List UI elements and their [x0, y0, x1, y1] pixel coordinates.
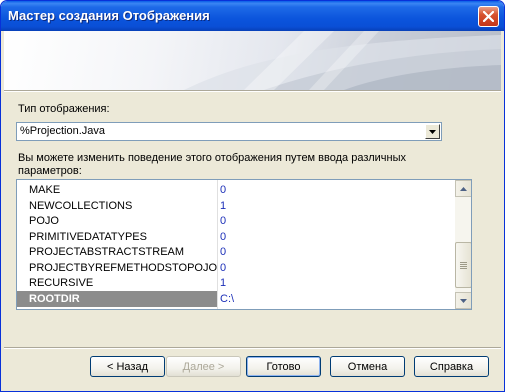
parameter-name: POJO — [29, 215, 59, 227]
parameter-row[interactable]: NEWCOLLECTIONS 1 — [17, 198, 455, 214]
parameter-value[interactable]: 0 — [220, 246, 226, 258]
parameter-row[interactable]: PROJECTABSTRACTSTREAM 0 — [17, 244, 455, 260]
parameter-row[interactable]: RECURSIVE 1 — [17, 275, 455, 291]
window-title: Мастер создания Отображения — [8, 8, 210, 23]
vertical-scrollbar[interactable] — [455, 180, 471, 309]
cancel-button[interactable]: Отмена — [330, 356, 405, 377]
parameter-value[interactable]: 0 — [220, 262, 226, 274]
finish-button[interactable]: Готово — [246, 356, 321, 377]
scroll-down-icon — [460, 298, 467, 303]
title-bar[interactable]: Мастер создания Отображения — [1, 1, 504, 31]
parameter-value[interactable]: 0 — [220, 215, 226, 227]
parameter-value[interactable]: 0 — [220, 184, 226, 196]
parameter-name: ROOTDIR — [29, 293, 80, 305]
mapping-type-select[interactable]: %Projection.Java — [16, 122, 442, 141]
parameter-row[interactable]: ROOTDIR C:\ — [17, 291, 455, 307]
wizard-banner-image — [4, 31, 501, 90]
banner-divider — [4, 90, 501, 92]
mapping-type-label: Тип отображения: — [18, 103, 110, 115]
scroll-down-button[interactable] — [455, 292, 471, 309]
parameters-description: Вы можете изменить поведение этого отобр… — [18, 152, 407, 177]
parameter-row[interactable]: POJO 0 — [17, 213, 455, 229]
dropdown-button[interactable] — [425, 124, 440, 139]
mapping-type-value: %Projection.Java — [20, 125, 105, 137]
parameter-name: PROJECTBYREFMETHODSTOPOJO — [29, 262, 218, 274]
chevron-down-icon — [429, 129, 436, 134]
parameter-name: NEWCOLLECTIONS — [29, 200, 133, 212]
parameter-value[interactable]: 0 — [220, 231, 226, 243]
next-button[interactable]: Далее > — [166, 356, 241, 377]
buttons-divider — [4, 347, 501, 349]
scroll-thumb[interactable] — [455, 242, 471, 288]
parameters-grid[interactable]: MAKE 0 NEWCOLLECTIONS 1 POJO 0 PRIMITIVEDATATY… — [16, 179, 472, 310]
parameter-name: PROJECTABSTRACTSTREAM — [29, 246, 185, 258]
help-button[interactable]: Справка — [414, 356, 489, 377]
scroll-up-icon — [460, 186, 467, 191]
parameter-value[interactable]: C:\ — [220, 293, 234, 305]
close-button[interactable] — [478, 6, 499, 27]
back-button[interactable]: < Назад — [90, 356, 165, 377]
parameter-name: PRIMITIVEDATATYPES — [29, 231, 147, 243]
parameter-row[interactable]: MAKE 0 — [17, 182, 455, 198]
parameter-name: MAKE — [29, 184, 61, 196]
parameter-value[interactable]: 1 — [220, 277, 226, 289]
parameter-value[interactable]: 1 — [220, 200, 226, 212]
parameter-row[interactable]: PRIMITIVEDATATYPES 0 — [17, 229, 455, 245]
parameter-name: RECURSIVE — [29, 277, 94, 289]
scroll-up-button[interactable] — [455, 180, 471, 197]
wizard-window: Мастер создания Отображения Тип отображе… — [0, 0, 505, 392]
parameter-row[interactable]: PROJECTBYREFMETHODSTOPOJO 0 — [17, 260, 455, 276]
close-icon — [483, 11, 494, 22]
